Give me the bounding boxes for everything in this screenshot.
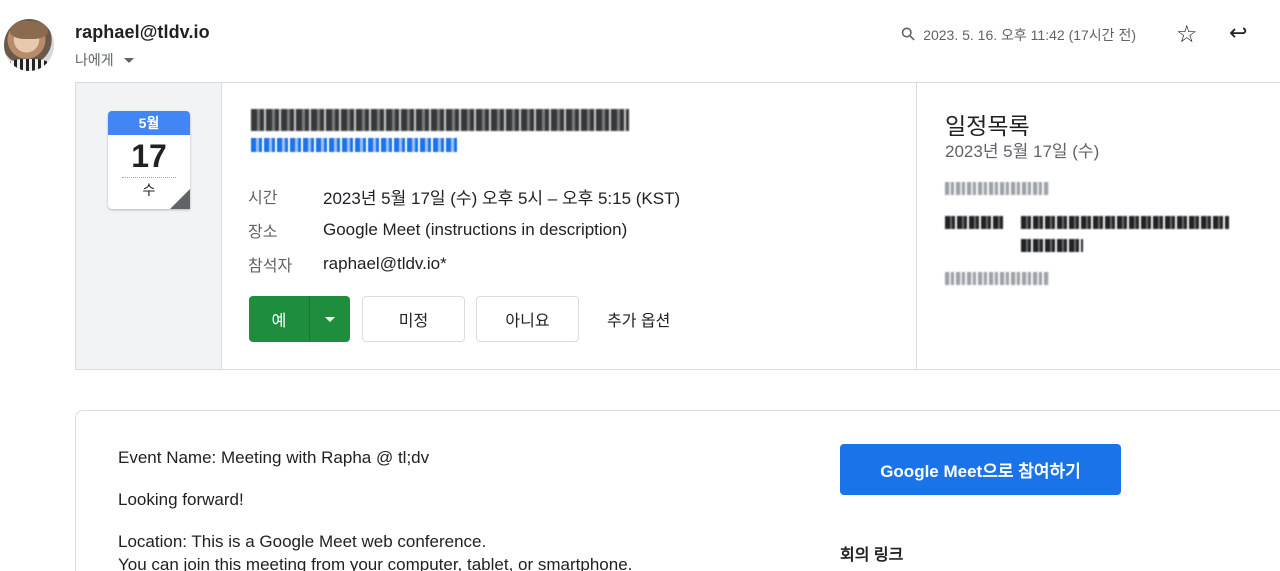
event-description: Event Name: Meeting with Rapha @ tl;dv L… <box>118 446 632 571</box>
agenda-event-time-redacted <box>945 216 1005 229</box>
recipient-label: 나에게 <box>75 52 114 68</box>
description-line: Location: This is a Google Meet web conf… <box>118 532 487 551</box>
avatar-shirt <box>8 59 50 71</box>
description-line: Looking forward! <box>118 490 244 509</box>
detail-label: 장소 <box>248 224 278 241</box>
detail-row-time: 시간 2023년 5월 17일 (수) 오후 5시 – 오후 5:15 (KST… <box>248 179 680 213</box>
detail-value: 2023년 5월 17일 (수) 오후 5시 – 오후 5:15 (KST) <box>323 188 681 208</box>
sender-email: raphael@tldv.io <box>75 22 210 42</box>
more-options-link[interactable]: 추가 옵션 <box>607 307 670 331</box>
event-details: 시간 2023년 5월 17일 (수) 오후 5시 – 오후 5:15 (KST… <box>248 179 680 281</box>
chevron-down-icon <box>123 57 134 63</box>
paperclip-icon: ⚲ <box>896 22 920 46</box>
rsvp-yes-split-button: 예 <box>249 296 350 342</box>
event-title-redacted[interactable] <box>251 109 629 131</box>
rsvp-yes-button[interactable]: 예 <box>249 296 310 342</box>
detail-label: 시간 <box>248 190 278 207</box>
chevron-down-icon <box>325 316 335 322</box>
invite-date-column: 5월 17 수 <box>76 83 222 369</box>
description-line: You can join this meeting from your comp… <box>118 555 633 571</box>
agenda-event-title-redacted-2[interactable] <box>1021 239 1083 252</box>
join-google-meet-button[interactable]: Google Meet으로 참여하기 <box>840 444 1121 495</box>
rsvp-no-button[interactable]: 아니요 <box>476 296 579 342</box>
avatar-hair <box>10 21 48 39</box>
detail-row-location: 장소 Google Meet (instructions in descript… <box>248 213 680 247</box>
calendar-day: 17 <box>131 138 167 174</box>
detail-value: Google Meet (instructions in description… <box>323 220 628 239</box>
recipient-toggle[interactable]: 나에게 <box>75 50 134 70</box>
agenda-event-title-redacted[interactable] <box>1021 216 1229 229</box>
detail-label: 참석자 <box>248 258 293 275</box>
star-icon[interactable]: ☆ <box>1176 20 1198 49</box>
agenda-next-events-redacted[interactable] <box>945 272 1049 285</box>
description-line: Event Name: Meeting with Rapha @ tl;dv <box>118 448 430 467</box>
sender-avatar[interactable] <box>4 19 54 71</box>
message-timestamp: 2023. 5. 16. 오후 11:42 (17시간 전) <box>923 26 1136 43</box>
calendar-icon: 5월 17 수 <box>108 111 190 209</box>
agenda-panel: 일정목록 2023년 5월 17일 (수) <box>916 83 1280 369</box>
event-description-card: Event Name: Meeting with Rapha @ tl;dv L… <box>75 410 1280 571</box>
reply-icon[interactable]: ↩ <box>1229 20 1247 46</box>
agenda-date: 2023년 5월 17일 (수) <box>945 142 1100 161</box>
meeting-link-label: 회의 링크 <box>840 547 904 564</box>
detail-value: raphael@tldv.io* <box>323 254 447 273</box>
event-link-redacted[interactable] <box>251 138 459 152</box>
agenda-title: 일정목록 <box>945 113 1030 139</box>
message-meta: ⚲ 2023. 5. 16. 오후 11:42 (17시간 전) <box>897 22 1136 45</box>
rsvp-maybe-button[interactable]: 미정 <box>362 296 465 342</box>
detail-row-attendees: 참석자 raphael@tldv.io* <box>248 247 680 281</box>
rsvp-yes-dropdown[interactable] <box>310 296 350 342</box>
rsvp-controls: 예 미정 아니요 추가 옵션 <box>249 296 670 342</box>
agenda-prev-events-redacted[interactable] <box>945 182 1049 195</box>
calendar-fold <box>170 189 190 209</box>
invite-card: 5월 17 수 시간 2023년 5월 17일 (수) 오후 5시 – 오후 5… <box>75 82 1280 370</box>
calendar-month: 5월 <box>108 111 190 135</box>
